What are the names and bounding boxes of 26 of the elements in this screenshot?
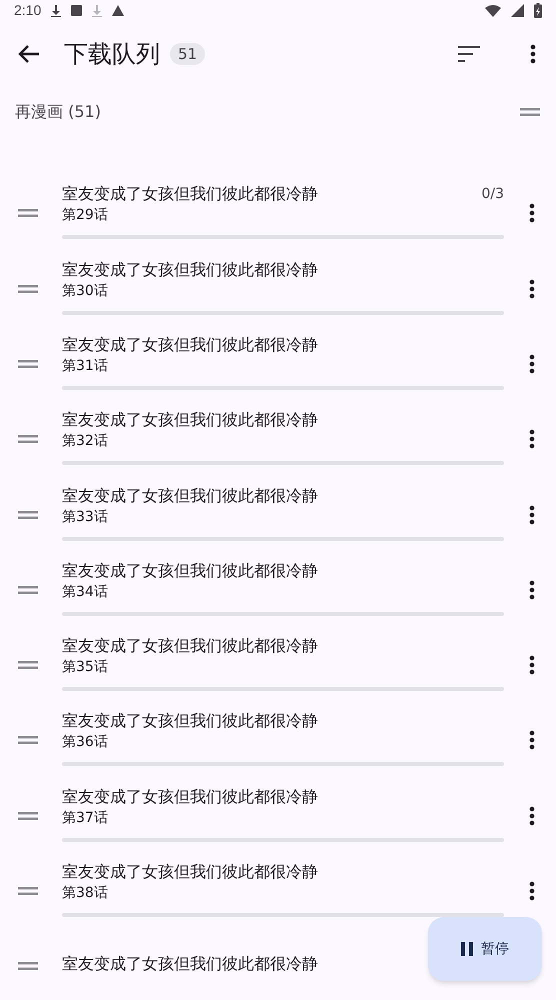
category-header: 再漫画 (51)	[15, 101, 101, 124]
page-title: 下载队列	[64, 39, 160, 70]
chapter-label: 第36话	[62, 733, 109, 752]
chapter-label: 第29话	[62, 206, 109, 226]
manga-title: 室友变成了女孩但我们彼此都很冷静	[62, 953, 318, 976]
chapter-label: 第31话	[62, 356, 109, 376]
manga-title: 室友变成了女孩但我们彼此都很冷静	[62, 409, 318, 432]
chapter-label: 第32话	[62, 432, 109, 452]
chapter-label: 第34话	[62, 582, 109, 602]
manga-title: 室友变成了女孩但我们彼此都很冷静	[62, 484, 318, 507]
manga-title: 室友变成了女孩但我们彼此都很冷静	[62, 635, 318, 658]
manga-title: 室友变成了女孩但我们彼此都很冷静	[62, 710, 318, 732]
status-time: 2:10	[14, 1, 42, 20]
chapter-label: 第37话	[62, 808, 109, 828]
manga-title: 室友变成了女孩但我们彼此都很冷静	[62, 560, 318, 582]
manga-title: 室友变成了女孩但我们彼此都很冷静	[62, 786, 318, 808]
progress-count: 0/3	[481, 185, 504, 204]
chapter-label: 第38话	[62, 884, 109, 904]
manga-title: 室友变成了女孩但我们彼此都很冷静	[62, 258, 318, 281]
count-badge: 51	[170, 43, 206, 66]
chapter-label: 第35话	[62, 658, 109, 678]
manga-title: 室友变成了女孩但我们彼此都很冷静	[62, 183, 318, 206]
chapter-label: 第33话	[62, 508, 109, 527]
manga-title: 室友变成了女孩但我们彼此都很冷静	[62, 861, 318, 884]
chapter-label: 第30话	[62, 282, 109, 301]
manga-title: 室友变成了女孩但我们彼此都很冷静	[62, 334, 318, 356]
